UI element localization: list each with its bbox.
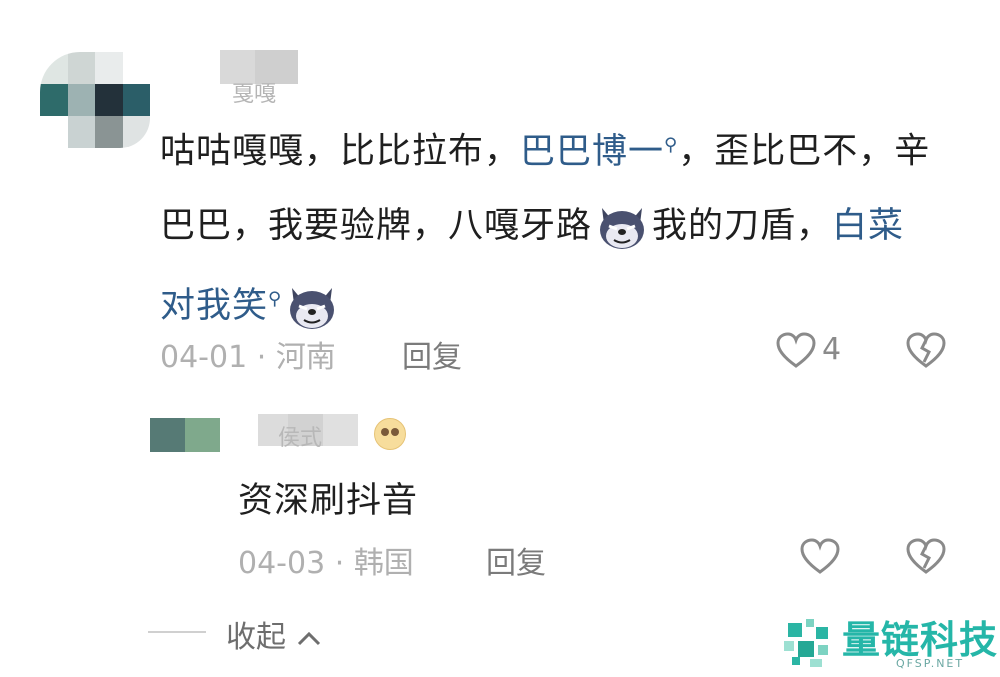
hashtag-link[interactable]: 巴巴博一⚲ bbox=[520, 132, 678, 172]
search-icon: ⚲ bbox=[268, 288, 283, 310]
meta-separator: · bbox=[334, 546, 354, 581]
watermark-domain: QFSP.NET bbox=[896, 657, 965, 670]
wolf-emoji-icon bbox=[600, 207, 645, 249]
search-icon: ⚲ bbox=[664, 134, 679, 155]
reply-reply-button[interactable]: 回复 bbox=[486, 538, 546, 582]
reply-avatar[interactable] bbox=[150, 418, 220, 452]
reply-meta: 04-03 · 韩国 bbox=[238, 538, 414, 582]
reply-text: 资深刷抖音 bbox=[238, 481, 419, 521]
wolf-emoji-icon bbox=[290, 288, 335, 330]
comment-thread: 戛嘎 咕咕嘎嘎，比比拉布，巴巴博一⚲，歪比巴不，辛巴巴，我要验牌，八嘎牙路 我的… bbox=[0, 0, 1000, 677]
collapse-button[interactable]: 收起 bbox=[226, 612, 322, 656]
watermark: 量链科技 QFSP.NET bbox=[780, 615, 1000, 675]
like-count: 4 bbox=[822, 332, 842, 367]
comment-text: 咕咕嘎嘎，比比拉布，巴巴博一⚲，歪比巴不，辛巴巴，我要验牌，八嘎牙路 我的刀盾，… bbox=[160, 108, 940, 343]
avatar[interactable] bbox=[40, 52, 150, 148]
reply-date: 04-03 bbox=[238, 546, 326, 581]
collapse-label: 收起 bbox=[226, 620, 286, 655]
chevron-up-icon bbox=[297, 631, 320, 645]
reply-location: 韩国 bbox=[353, 546, 414, 581]
comment-date: 04-01 bbox=[160, 340, 248, 375]
pleading-face-emoji-icon bbox=[374, 418, 406, 450]
watermark-name: 量链科技 bbox=[842, 618, 999, 662]
username-partial: 戛嘎 bbox=[232, 82, 277, 107]
like-heart-icon[interactable] bbox=[776, 332, 816, 370]
comment-text-segment: 我的刀盾， bbox=[652, 205, 833, 246]
comment-location: 河南 bbox=[275, 340, 336, 375]
like-heart-icon[interactable] bbox=[800, 538, 840, 576]
reply-username-partial: 侯式 bbox=[278, 426, 323, 451]
dislike-broken-heart-icon[interactable] bbox=[906, 538, 946, 576]
meta-separator: · bbox=[256, 340, 276, 375]
comment-meta: 04-01 · 河南 bbox=[160, 332, 336, 376]
reply-button[interactable]: 回复 bbox=[402, 332, 462, 376]
dislike-broken-heart-icon[interactable] bbox=[906, 332, 946, 370]
comment-text-segment: 咕咕嘎嘎，比比拉布， bbox=[160, 131, 521, 172]
watermark-logo-icon bbox=[784, 619, 828, 667]
collapse-divider bbox=[148, 631, 206, 633]
